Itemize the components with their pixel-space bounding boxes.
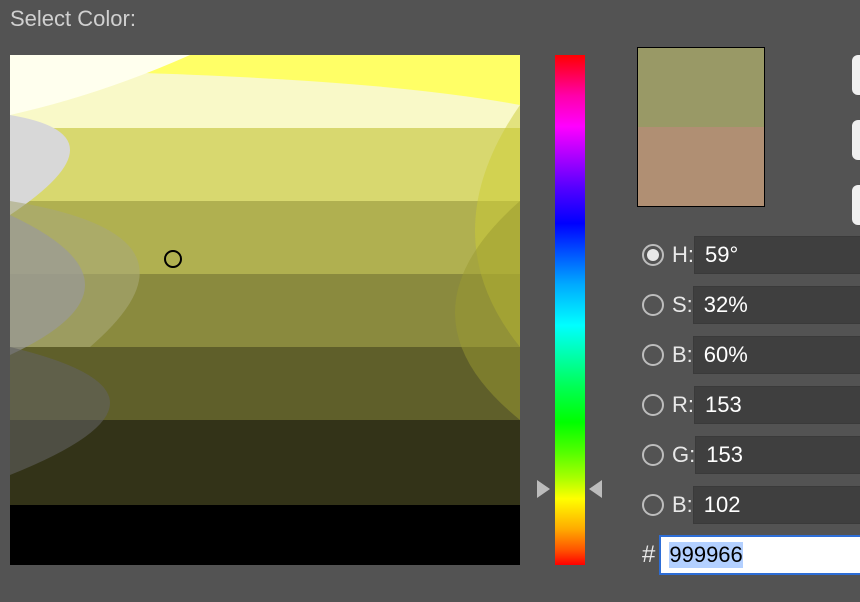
row-red: R: <box>642 385 847 425</box>
label-saturation: S: <box>672 292 693 318</box>
row-green: G: <box>642 435 847 475</box>
row-hex: # <box>642 535 847 575</box>
radio-blue[interactable] <box>642 494 664 516</box>
hue-arrow-left-icon <box>537 480 550 498</box>
radio-brightness[interactable] <box>642 344 664 366</box>
label-green: G: <box>672 442 695 468</box>
label-red: R: <box>672 392 694 418</box>
input-green[interactable] <box>695 436 860 474</box>
edge-button-2[interactable] <box>852 120 860 160</box>
row-brightness: B: <box>642 335 847 375</box>
label-hue: H: <box>672 242 694 268</box>
radio-green[interactable] <box>642 444 664 466</box>
label-hex: # <box>642 541 655 569</box>
label-brightness: B: <box>672 342 693 368</box>
dialog-title: Select Color: <box>10 6 136 32</box>
input-brightness[interactable] <box>693 336 860 374</box>
hue-slider[interactable] <box>555 55 585 565</box>
value-fields: H: S: B: R: G: B: # <box>642 235 847 585</box>
swatch-new-color <box>638 48 764 127</box>
input-hue[interactable] <box>694 236 860 274</box>
row-blue: B: <box>642 485 847 525</box>
edge-button-1[interactable] <box>852 55 860 95</box>
input-red[interactable] <box>694 386 860 424</box>
radio-red[interactable] <box>642 394 664 416</box>
input-saturation[interactable] <box>693 286 860 324</box>
hue-arrow-right-icon <box>589 480 602 498</box>
radio-hue[interactable] <box>642 244 664 266</box>
row-saturation: S: <box>642 285 847 325</box>
input-blue[interactable] <box>693 486 860 524</box>
sb-gradient-svg <box>10 55 520 565</box>
saturation-brightness-field[interactable] <box>10 55 520 565</box>
input-hex[interactable] <box>659 535 860 575</box>
swatch-old-color[interactable] <box>638 127 764 206</box>
edge-button-3[interactable] <box>852 185 860 225</box>
color-swatch <box>637 47 765 207</box>
label-blue: B: <box>672 492 693 518</box>
radio-saturation[interactable] <box>642 294 664 316</box>
row-hue: H: <box>642 235 847 275</box>
